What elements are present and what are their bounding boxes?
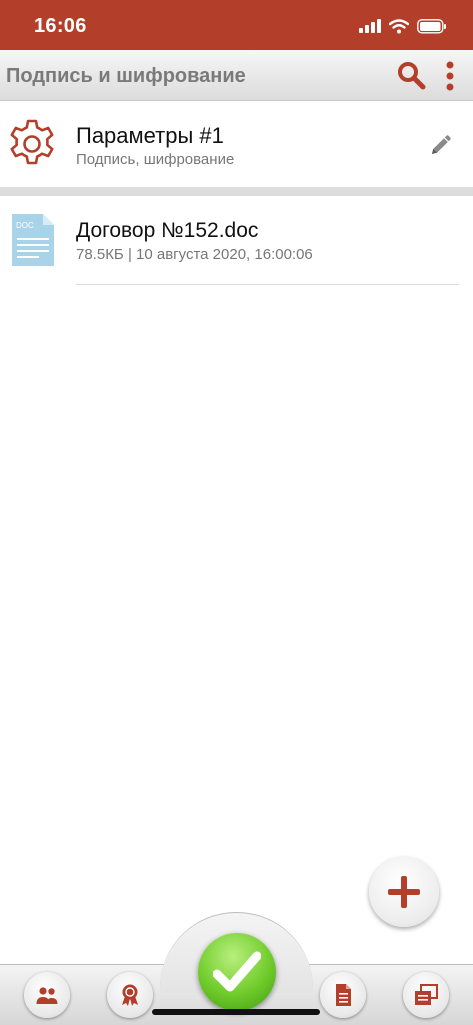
- parameters-subtitle: Подпись, шифрование: [76, 151, 235, 168]
- page-title: Подпись и шифрование: [6, 65, 246, 87]
- edit-parameters-button[interactable]: [428, 134, 452, 158]
- documents-stack-icon: [415, 984, 438, 1005]
- parameters-title: Параметры #1: [76, 123, 224, 148]
- section-separator: [0, 187, 473, 196]
- parameters-card[interactable]: Параметры #1 Подпись, шифрование: [0, 101, 473, 187]
- more-vertical-icon: [446, 61, 454, 91]
- tab-contacts[interactable]: [24, 972, 70, 1018]
- pencil-icon: [432, 135, 451, 154]
- search-icon: [398, 62, 426, 90]
- app-bar: Подпись и шифрование: [0, 50, 473, 101]
- wifi-icon: [389, 18, 409, 33]
- home-indicator: [152, 1009, 320, 1015]
- file-type-label: DOC: [16, 221, 34, 230]
- plus-icon: [388, 876, 420, 908]
- tab-certificates[interactable]: [107, 972, 153, 1018]
- status-time: 16:06: [34, 15, 87, 37]
- file-name: Договор №152.doc: [76, 219, 259, 242]
- search-button[interactable]: [396, 60, 426, 90]
- document-icon: [336, 984, 351, 1006]
- confirm-button[interactable]: [198, 933, 276, 1011]
- status-icons: [359, 18, 447, 34]
- tab-archive[interactable]: [403, 972, 449, 1018]
- file-meta: 78.5КБ | 10 августа 2020, 16:00:06: [76, 246, 313, 263]
- tab-documents[interactable]: [320, 972, 366, 1018]
- add-file-button[interactable]: [369, 857, 439, 927]
- doc-file-icon: DOC: [12, 214, 54, 266]
- more-menu-button[interactable]: [440, 60, 460, 92]
- list-divider: [76, 284, 459, 285]
- checkmark-icon: [213, 951, 261, 992]
- list-item[interactable]: DOC Договор №152.doc 78.5КБ | 10 августа…: [0, 196, 473, 286]
- certificate-icon: [122, 984, 138, 1006]
- users-icon: [36, 987, 58, 1004]
- status-bar: 16:06: [0, 0, 473, 50]
- gear-icon: [10, 119, 54, 165]
- signal-icon: [359, 19, 381, 33]
- battery-icon: [417, 18, 446, 34]
